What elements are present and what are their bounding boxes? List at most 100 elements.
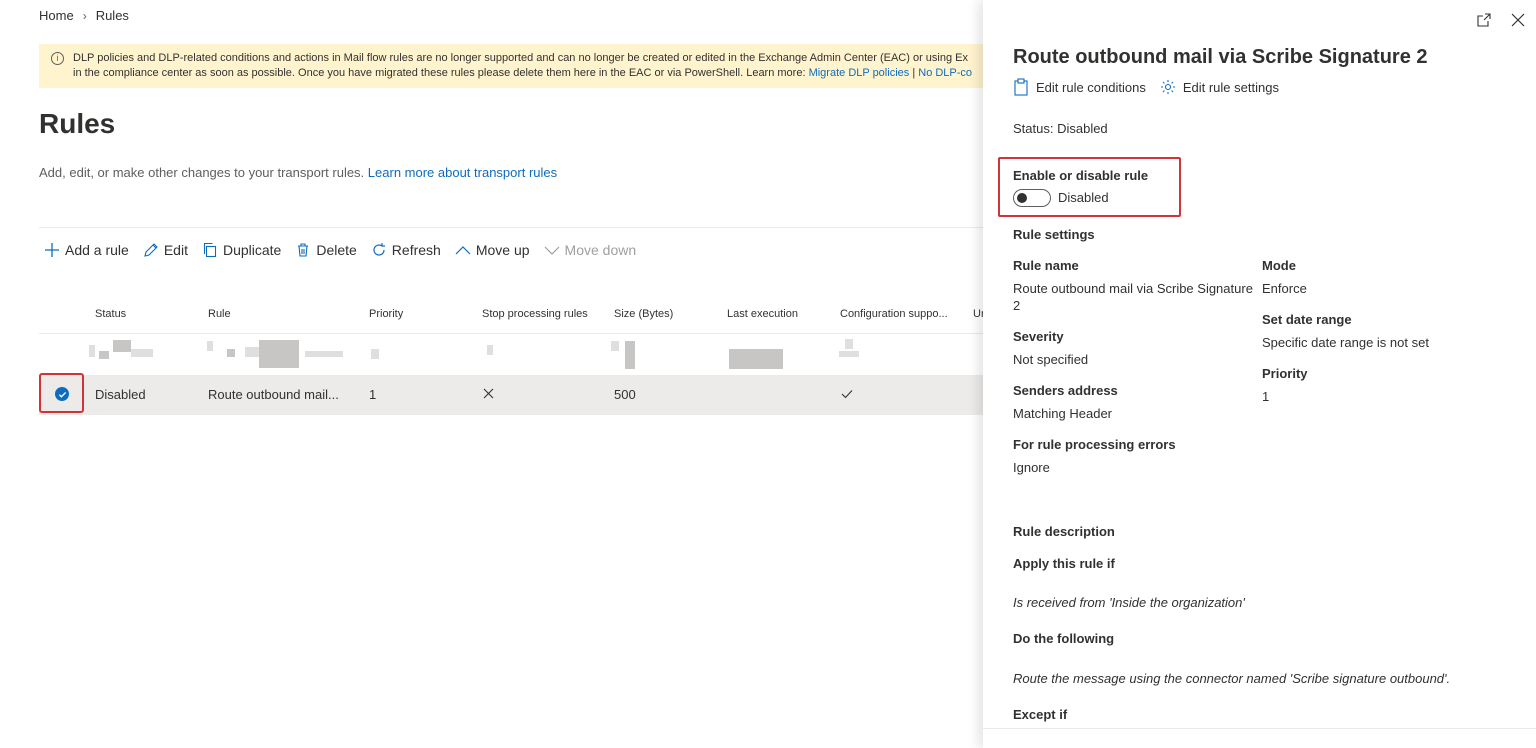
apply-if-value: Is received from 'Inside the organizatio…: [1013, 595, 1245, 610]
toggle-title: Enable or disable rule: [1013, 168, 1149, 183]
enable-disable-section: Enable or disable rule Disabled: [998, 157, 1181, 217]
rule-settings-heading: Rule settings: [1013, 227, 1095, 242]
edit-button[interactable]: Edit: [143, 239, 188, 261]
divider: [39, 227, 983, 228]
main-content: Home › Rules i DLP policies and DLP-rela…: [0, 0, 983, 748]
add-rule-button[interactable]: Add a rule: [44, 239, 129, 261]
column-header-stop-processing[interactable]: Stop processing rules: [482, 308, 588, 320]
priority-value: 1: [1262, 389, 1270, 404]
redacted-block: [487, 345, 493, 355]
refresh-icon: [373, 243, 385, 256]
chevron-right-icon: ›: [82, 8, 87, 23]
column-header-size[interactable]: Size (Bytes): [614, 308, 673, 320]
no-dlp-link[interactable]: No DLP-co: [918, 67, 972, 79]
redacted-block: [729, 349, 783, 369]
pop-out-icon[interactable]: [1476, 12, 1492, 28]
rule-description-heading: Rule description: [1013, 524, 1115, 539]
edit-rule-settings-button[interactable]: Edit rule settings: [1160, 78, 1279, 96]
table-header: Status Rule Priority Stop processing rul…: [39, 296, 983, 334]
severity-value: Not specified: [1013, 352, 1089, 367]
row-rule-name[interactable]: Route outbound mail...: [208, 387, 339, 402]
redacted-block: [625, 341, 635, 369]
delete-button[interactable]: Delete: [295, 239, 357, 261]
apply-if-heading: Apply this rule if: [1013, 556, 1115, 571]
info-icon: i: [51, 52, 64, 65]
redacted-block: [259, 340, 299, 368]
date-range-value: Specific date range is not set: [1262, 335, 1429, 350]
move-up-button[interactable]: Move up: [455, 239, 530, 261]
move-down-button[interactable]: Move down: [544, 239, 636, 261]
dlp-warning-banner: i DLP policies and DLP-related condition…: [39, 44, 983, 88]
senders-address-value: Matching Header: [1013, 406, 1112, 421]
enable-rule-toggle[interactable]: [1013, 189, 1051, 207]
column-header-priority[interactable]: Priority: [369, 308, 403, 320]
redacted-block: [845, 339, 853, 349]
redacted-block: [371, 349, 379, 359]
column-header-last-execution[interactable]: Last execution: [727, 308, 798, 320]
rule-details-panel: Route outbound mail via Scribe Signature…: [983, 0, 1536, 748]
redacted-block: [611, 341, 619, 351]
redacted-block: [99, 351, 109, 359]
redacted-block: [227, 349, 235, 357]
page-title: Rules: [39, 108, 116, 139]
redacted-block: [131, 349, 153, 357]
column-header-status[interactable]: Status: [95, 308, 126, 320]
learn-more-link[interactable]: Learn more about transport rules: [368, 165, 557, 180]
banner-line-2: in the compliance center as soon as poss…: [73, 67, 973, 79]
pencil-icon: [144, 243, 158, 257]
gear-icon: [1160, 80, 1175, 94]
do-following-heading: Do the following: [1013, 631, 1115, 646]
date-range-label: Set date range: [1262, 312, 1352, 327]
row-checkbox[interactable]: [39, 373, 84, 413]
processing-errors-value: Ignore: [1013, 460, 1050, 475]
x-mark-icon: [483, 388, 494, 399]
rule-name-value: Route outbound mail via Scribe Signature…: [1013, 281, 1253, 313]
migrate-dlp-link[interactable]: Migrate DLP policies: [809, 67, 910, 79]
duplicate-button[interactable]: Duplicate: [202, 239, 281, 261]
processing-errors-label: For rule processing errors: [1013, 437, 1176, 452]
banner-line-1: DLP policies and DLP-related conditions …: [73, 52, 968, 64]
row-priority: 1: [369, 387, 377, 402]
mode-value: Enforce: [1262, 281, 1307, 296]
redacted-block: [89, 345, 95, 357]
panel-footer-divider: [983, 728, 1536, 729]
severity-label: Severity: [1013, 329, 1064, 344]
column-header-configuration[interactable]: Configuration suppo...: [840, 308, 948, 320]
table-row-redacted[interactable]: [39, 335, 983, 375]
panel-title: Route outbound mail via Scribe Signature…: [1013, 46, 1428, 68]
edit-rule-conditions-button[interactable]: Edit rule conditions: [1013, 78, 1146, 96]
table-row-selected[interactable]: Disabled Route outbound mail... 1 500: [39, 373, 983, 415]
chevron-down-icon: [544, 246, 559, 255]
row-status: Disabled: [95, 387, 146, 402]
checkmark-icon: [55, 387, 69, 401]
redacted-block: [839, 351, 859, 357]
trash-icon: [298, 243, 309, 257]
close-icon[interactable]: [1510, 12, 1526, 28]
redacted-block: [207, 341, 213, 351]
redacted-block: [245, 347, 259, 357]
senders-address-label: Senders address: [1013, 383, 1118, 398]
breadcrumb-current: Rules: [95, 8, 129, 23]
page-description: Add, edit, or make other changes to your…: [39, 165, 558, 180]
panel-actions: Edit rule conditions Edit rule settings: [1013, 78, 1293, 96]
priority-label: Priority: [1262, 366, 1308, 381]
column-header-rule[interactable]: Rule: [208, 308, 231, 320]
rule-name-label: Rule name: [1013, 258, 1079, 273]
copy-icon: [203, 242, 217, 258]
chevron-up-icon: [455, 246, 471, 255]
column-header-ur[interactable]: Ur: [973, 308, 983, 320]
toggle-knob: [1017, 193, 1027, 203]
do-following-value: Route the message using the connector na…: [1013, 671, 1451, 686]
redacted-block: [113, 340, 131, 352]
toolbar: Add a rule Edit Duplicate Delete Refresh…: [44, 239, 650, 261]
row-size: 500: [614, 387, 636, 402]
panel-header-actions: [1476, 12, 1526, 28]
rule-status: Status: Disabled: [1013, 121, 1108, 136]
redacted-block: [305, 351, 343, 357]
checkmark-icon: [841, 390, 853, 399]
breadcrumb: Home › Rules: [39, 8, 129, 23]
refresh-button[interactable]: Refresh: [371, 239, 441, 261]
breadcrumb-home[interactable]: Home: [39, 8, 74, 23]
toggle-label: Disabled: [1058, 190, 1109, 205]
plus-icon: [45, 243, 59, 257]
